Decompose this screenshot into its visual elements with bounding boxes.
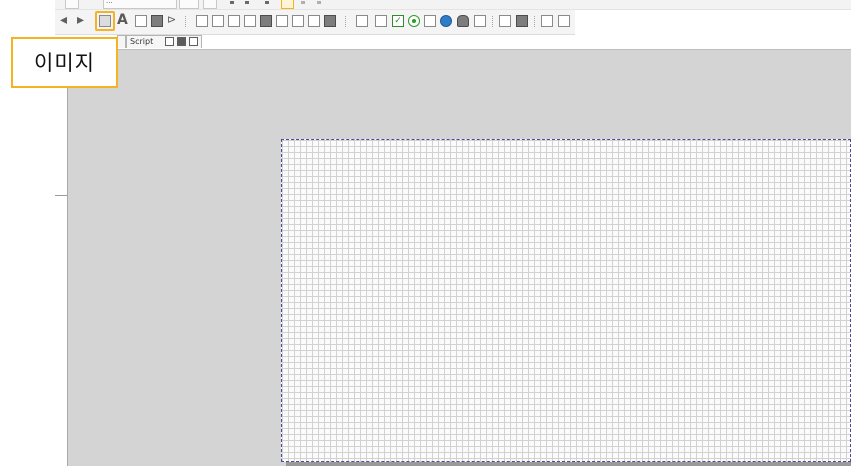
- label-icon[interactable]: [356, 15, 368, 27]
- toolbar-separator: [345, 16, 346, 27]
- pen-icon[interactable]: [474, 15, 486, 27]
- field-icon[interactable]: [135, 15, 147, 27]
- graph-icon[interactable]: [541, 15, 553, 27]
- image-callout-label: 이미지: [34, 51, 95, 75]
- barcode-icon[interactable]: [244, 15, 256, 27]
- chart-icon[interactable]: [228, 15, 240, 27]
- align-right-icon[interactable]: [265, 1, 269, 4]
- toolbar-separator: [492, 16, 493, 27]
- toolbar-chip[interactable]: [203, 0, 217, 9]
- page-icon[interactable]: [292, 15, 304, 27]
- left-ruler-mark: [55, 195, 67, 196]
- back-icon[interactable]: ◂: [60, 12, 67, 28]
- design-canvas[interactable]: [67, 49, 851, 466]
- font-name-value: ...: [106, 0, 113, 5]
- line-icon[interactable]: ⊳: [167, 12, 176, 28]
- image-callout-box: 이미지: [11, 37, 118, 88]
- align-center-icon[interactable]: [245, 1, 249, 4]
- checkbox-icon[interactable]: ✓: [392, 15, 404, 27]
- print-icon[interactable]: [276, 15, 288, 27]
- toolbar-separator: [185, 16, 186, 27]
- table-icon[interactable]: [516, 15, 528, 27]
- report-page-grid[interactable]: [281, 139, 851, 462]
- font-size-field[interactable]: [179, 0, 199, 9]
- globe-icon[interactable]: [440, 15, 452, 27]
- toolbar-chip[interactable]: [65, 0, 79, 9]
- summary-icon[interactable]: [375, 15, 387, 27]
- open-script-icon[interactable]: [165, 37, 174, 46]
- align-left-icon[interactable]: [230, 1, 234, 4]
- user-icon[interactable]: [457, 15, 469, 27]
- image-tool-highlight: [95, 11, 115, 31]
- frame-icon[interactable]: [260, 15, 272, 27]
- forward-icon[interactable]: ▸: [77, 12, 84, 28]
- combo-icon[interactable]: [424, 15, 436, 27]
- memo-icon[interactable]: [212, 15, 224, 27]
- top-toolbar-row: ...: [55, 0, 851, 10]
- format-icon[interactable]: [317, 1, 321, 4]
- form-icon[interactable]: [196, 15, 208, 27]
- picture-icon[interactable]: [151, 15, 163, 27]
- radio-icon[interactable]: [408, 15, 420, 27]
- list-icon[interactable]: [308, 15, 320, 27]
- chart2-icon[interactable]: [558, 15, 570, 27]
- section-icon[interactable]: [324, 15, 336, 27]
- report-designer-window: ... ◂ ▸ A ⊳ ✓ Script: [55, 0, 851, 466]
- toolbar-separator: [534, 16, 535, 27]
- tab-design[interactable]: [117, 35, 126, 48]
- script-options-icon[interactable]: [189, 37, 198, 46]
- script-tab-label: Script: [130, 37, 154, 46]
- text-icon[interactable]: A: [117, 12, 128, 28]
- a-icon[interactable]: [499, 15, 511, 27]
- save-script-icon[interactable]: [177, 37, 186, 46]
- font-name-field[interactable]: [103, 0, 177, 9]
- format-icon[interactable]: [301, 1, 305, 4]
- format-toggle-button[interactable]: [281, 0, 294, 9]
